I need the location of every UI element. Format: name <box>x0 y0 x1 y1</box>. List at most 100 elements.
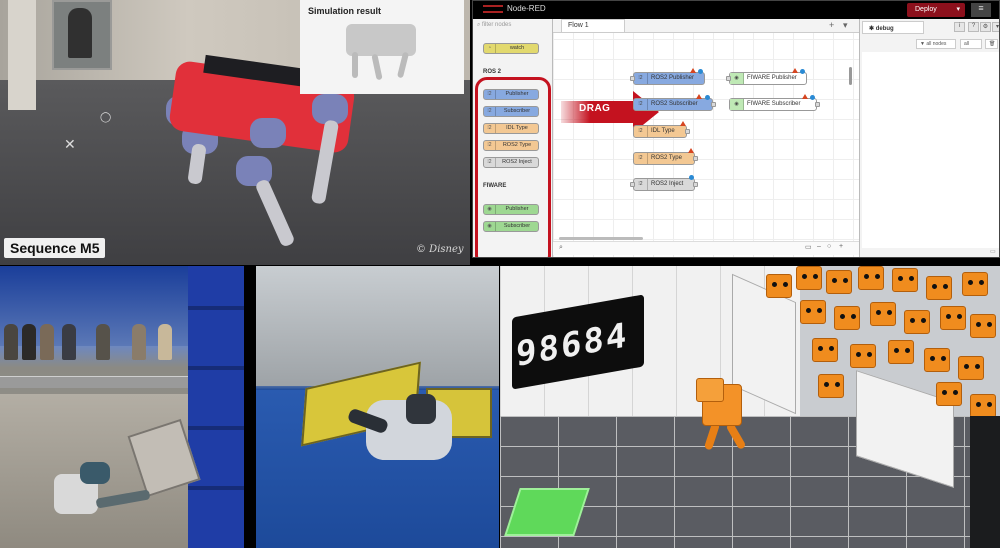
flow-node-ros2-subscriber[interactable]: ⁞2 ROS2 Subscriber <box>633 94 716 111</box>
robot-eye <box>772 282 777 287</box>
robot-eye <box>876 310 881 315</box>
chevron-down-icon[interactable]: ▾ <box>956 5 960 13</box>
spectator <box>96 324 110 360</box>
deploy-button[interactable]: Deploy ▾ <box>907 3 965 17</box>
background-person <box>68 8 92 58</box>
crowd-robot <box>926 276 952 300</box>
debug-filter-label: all nodes <box>926 41 947 47</box>
node-palette: ⌕ filter nodes ◔ watch ROS 2 ⁞2 Publishe… <box>473 19 553 257</box>
rack-shelf <box>188 366 244 370</box>
ros-node-icon: ⁞2 <box>634 179 648 190</box>
input-port[interactable] <box>726 76 731 81</box>
hamburger-icon[interactable]: ≡ <box>971 3 991 17</box>
robot-eye <box>835 382 840 387</box>
drag-label: DRAG <box>579 103 611 114</box>
chevron-down-icon[interactable]: ▾ <box>843 20 848 31</box>
rack-shelf <box>188 306 244 310</box>
sim-edge-shadow <box>970 416 1000 548</box>
robot-eye <box>864 274 869 279</box>
flow-tab-bar: Flow 1 + ▾ <box>553 19 859 33</box>
robot-video-panel: ✕ ◯ Simulation result Sequence M5 © Disn… <box>0 0 470 265</box>
flow-node-label: ROS2 Type <box>651 155 682 161</box>
highlight-outline <box>475 77 551 257</box>
zoom-reset-icon[interactable]: ○ <box>827 243 831 250</box>
trash-icon[interactable]: 🗑 <box>985 39 998 49</box>
robot-eye <box>840 314 845 319</box>
zoom-in-icon[interactable]: + <box>839 243 843 250</box>
crowd-robot <box>796 266 822 290</box>
inject-button[interactable] <box>630 182 635 187</box>
debug-sidebar: ✱ debug i ? ⚙ ▾ ▼ all nodes all 🗑 ▭ <box>859 19 999 257</box>
ros-node-icon: ⁞2 <box>634 126 648 137</box>
input-port[interactable] <box>630 76 635 81</box>
palette-filter-input[interactable]: ⌕ filter nodes <box>477 22 549 34</box>
palette-node-watch[interactable]: ◔ watch <box>483 43 539 54</box>
spectator <box>40 324 54 360</box>
flow-node-ros2-inject[interactable]: ⁞2 ROS2 Inject <box>630 175 698 191</box>
crowd-robot <box>892 268 918 292</box>
vertical-scrollbar[interactable] <box>849 67 852 85</box>
warehouse-video-panel <box>0 266 244 548</box>
tab-debug[interactable]: ✱ debug <box>862 21 924 34</box>
robot-eye <box>987 402 992 407</box>
output-port[interactable] <box>815 102 820 107</box>
output-port[interactable] <box>693 156 698 161</box>
robot-eye <box>817 308 822 313</box>
flow-node-label: ROS2 Subscriber <box>651 101 698 107</box>
bug-icon: ✱ <box>869 26 876 32</box>
debug-filter-dropdown[interactable]: ▼ all nodes <box>916 39 956 49</box>
spectator <box>158 324 172 360</box>
flow-node-idl-type[interactable]: ⁞2 IDL Type <box>633 121 690 138</box>
robot-eye <box>964 364 969 369</box>
search-icon[interactable]: ⌕ <box>559 244 563 252</box>
add-flow-icon[interactable]: + <box>829 20 834 30</box>
horizontal-scrollbar[interactable] <box>559 237 643 240</box>
info-icon[interactable]: i <box>954 22 965 32</box>
flow-node-label: FIWARE Publisher <box>747 75 797 81</box>
debug-clear-dropdown[interactable]: all <box>960 39 982 49</box>
sidebar-toggle-icon[interactable]: ▭ <box>990 248 996 255</box>
lab-pillar <box>8 0 36 110</box>
fallen-robot-head <box>80 462 110 484</box>
disney-watermark: © Disney <box>416 244 464 255</box>
spectator <box>132 324 146 360</box>
robot-eye <box>875 274 880 279</box>
map-icon[interactable]: ▭ <box>805 243 812 251</box>
robot-eye <box>975 364 980 369</box>
flow-workspace[interactable]: Flow 1 + ▾ DRAG ⁞2 ROS2 Publisher ⁞2 ROS… <box>553 19 859 257</box>
settings-icon[interactable]: ⚙ <box>980 22 991 32</box>
robot-eye <box>930 356 935 361</box>
robot-eye <box>905 348 910 353</box>
flow-node-ros2-type[interactable]: ⁞2 ROS2 Type <box>633 148 698 165</box>
flow-node-fiware-subscriber[interactable]: ◉ FIWARE Subscriber <box>729 94 820 111</box>
crowd-robot <box>888 340 914 364</box>
flow-node-fiware-publisher[interactable]: ◉ FIWARE Publisher <box>726 68 807 85</box>
robot-eye <box>867 352 872 357</box>
training-wall <box>256 266 499 386</box>
debug-tab-label: debug <box>875 26 894 32</box>
app-title: Node-RED <box>507 4 546 13</box>
status-dot <box>698 69 703 74</box>
warning-triangle-icon <box>688 148 694 153</box>
flow-node-ros2-publisher[interactable]: ⁞2 ROS2 Publisher <box>630 68 705 85</box>
warning-triangle-icon <box>802 94 808 99</box>
chevron-down-icon[interactable]: ▾ <box>992 22 999 32</box>
output-port[interactable] <box>693 182 698 187</box>
robot-eye <box>921 318 926 323</box>
tab-flow-1[interactable]: Flow 1 <box>561 19 625 32</box>
flow-node-label: IDL Type <box>651 128 675 134</box>
help-icon[interactable]: ? <box>968 22 979 32</box>
output-port[interactable] <box>685 129 690 134</box>
output-port[interactable] <box>711 102 716 107</box>
walking-robot-head <box>696 378 724 402</box>
warning-triangle-icon <box>690 68 696 73</box>
simulated-leg <box>352 52 358 78</box>
zoom-out-icon[interactable]: – <box>817 243 821 250</box>
crowd-robot <box>962 272 988 296</box>
robot-eye <box>829 346 834 351</box>
palette-category-ros2[interactable]: ROS 2 <box>483 69 501 75</box>
watch-icon: ◔ <box>484 44 496 53</box>
crowd-robot <box>958 356 984 380</box>
simulation-title: Simulation result <box>308 6 382 16</box>
crowd-robot <box>812 338 838 362</box>
